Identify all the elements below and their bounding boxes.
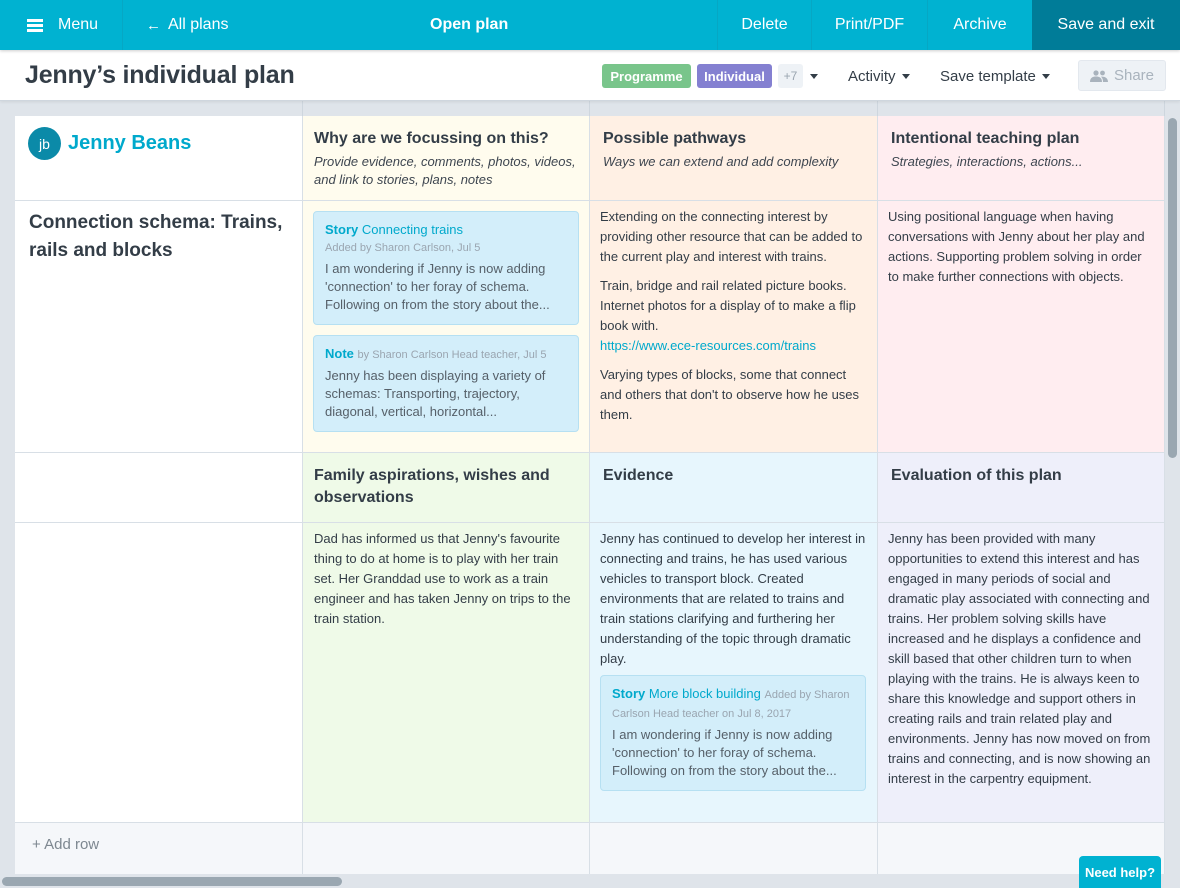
pathway-text: Varying types of blocks, some that conne… [600,367,860,422]
column-header-family[interactable]: Family aspirations, wishes and observati… [303,453,590,523]
save-and-exit-button[interactable]: Save and exit [1032,0,1180,50]
evidence-text: Jenny has continued to develop her inter… [600,531,866,666]
family-text: Dad has informed us that Jenny's favouri… [314,531,571,626]
row-gutter [0,101,15,874]
family-cell[interactable]: Dad has informed us that Jenny's favouri… [303,523,590,823]
need-help-button[interactable]: Need help? [1079,856,1161,888]
column-heading: Why are we focussing on this? [314,130,549,147]
print-pdf-button[interactable]: Print/PDF [811,0,927,50]
arrow-left-icon: ← [146,16,161,34]
evaluation-text: Jenny has been provided with many opport… [888,531,1151,786]
share-button[interactable]: Share [1078,60,1166,91]
child-cell: jb Jenny Beans [15,116,303,201]
card-text: I am wondering if Jenny is now adding 'c… [325,261,550,312]
pathways-cell[interactable]: Extending on the connecting interest by … [590,201,878,453]
column-handle[interactable] [878,101,1165,116]
activity-dropdown[interactable]: Activity [848,64,910,88]
column-handle[interactable] [590,101,878,116]
empty-cell [15,453,303,523]
card-text: Jenny has been displaying a variety of s… [325,368,546,419]
card-meta: Added by Sharon Carlson, Jul 5 [325,242,481,254]
card-title: Connecting trains [361,222,464,237]
add-row-cell: + Add row [15,823,303,874]
column-subheading: Provide evidence, comments, photos, vide… [314,154,576,187]
topbar-title: Open plan [430,16,509,33]
column-subheading: Strategies, interactions, actions... [891,154,1083,169]
delete-button[interactable]: Delete [717,0,811,50]
child-link[interactable]: jb Jenny Beans [28,127,191,160]
column-heading: Possible pathways [603,130,747,147]
avatar: jb [28,127,61,160]
resource-link[interactable]: https://www.ece-resources.com/trains [600,336,867,356]
tag-individual[interactable]: Individual [697,64,772,88]
archive-button[interactable]: Archive [927,0,1032,50]
add-row-button[interactable]: + Add row [15,823,302,866]
plan-header: Jenny’s individual plan Programme Indivi… [0,50,1180,101]
empty-cell [590,823,878,874]
teaching-text: Using positional language when having co… [888,209,1145,284]
tags-caret-down-icon[interactable] [810,74,818,79]
evidence-cell[interactable]: Jenny has continued to develop her inter… [590,523,878,823]
card-type: Story [325,222,359,237]
empty-cell [303,823,590,874]
column-handle[interactable] [15,101,303,116]
page-title: Jenny’s individual plan [25,61,295,89]
column-header-evaluation[interactable]: Evaluation of this plan [878,453,1165,523]
caret-down-icon [901,73,910,79]
story-card[interactable]: Story More block building Added by Sharo… [600,675,866,791]
column-heading: Evidence [603,467,674,484]
people-icon [1089,69,1108,82]
card-type: Note [325,346,354,361]
plan-grid: jb Jenny Beans Why are we focussing on t… [0,101,1165,874]
column-header-pathways[interactable]: Possible pathways Ways we can extend and… [590,116,878,201]
column-handle[interactable] [303,101,590,116]
card-title: More block building [648,686,761,701]
evaluation-cell[interactable]: Jenny has been provided with many opport… [878,523,1165,823]
tag-programme[interactable]: Programme [602,64,691,88]
empty-cell [15,523,303,823]
menu-label: Menu [58,16,99,33]
hamburger-icon [27,18,43,32]
all-plans-button[interactable]: ← All plans [124,0,228,50]
column-header-evidence[interactable]: Evidence [590,453,878,523]
column-header-teaching[interactable]: Intentional teaching plan Strategies, in… [878,116,1165,201]
pathway-text: Extending on the connecting interest by … [600,209,863,264]
column-heading: Family aspirations, wishes and observati… [314,467,550,506]
menu-button[interactable]: Menu [0,0,123,50]
caret-down-icon [1041,73,1050,79]
share-label: Share [1113,67,1155,84]
focus-cell[interactable]: Story Connecting trains Added by Sharon … [303,201,590,453]
card-type: Story [612,686,646,701]
row-title-cell[interactable]: Connection schema: Trains, rails and blo… [15,201,303,453]
more-tags-badge[interactable]: +7 [778,64,803,88]
teaching-cell[interactable]: Using positional language when having co… [878,201,1165,453]
activity-label: Activity [848,67,896,85]
horizontal-scrollbar-thumb[interactable] [2,877,342,886]
pathway-text: Train, bridge and rail related picture b… [600,278,856,333]
save-template-dropdown[interactable]: Save template [940,64,1050,88]
card-meta: by Sharon Carlson Head teacher, Jul 5 [357,349,547,361]
story-card[interactable]: Story Connecting trains Added by Sharon … [313,211,579,325]
column-heading: Evaluation of this plan [891,467,1062,484]
note-card[interactable]: Note by Sharon Carlson Head teacher, Jul… [313,335,579,432]
row-title: Connection schema: Trains, rails and blo… [29,212,283,261]
save-template-label: Save template [940,67,1036,85]
column-subheading: Ways we can extend and add complexity [603,154,839,169]
card-text: I am wondering if Jenny is now adding 'c… [612,727,837,778]
top-bar: Menu ← All plans Open plan Delete Print/… [0,0,1180,50]
column-heading: Intentional teaching plan [891,130,1080,147]
vertical-scrollbar-thumb[interactable] [1168,118,1177,458]
all-plans-label: All plans [168,16,229,33]
column-header-focus[interactable]: Why are we focussing on this? Provide ev… [303,116,590,201]
child-name: Jenny Beans [68,132,192,154]
